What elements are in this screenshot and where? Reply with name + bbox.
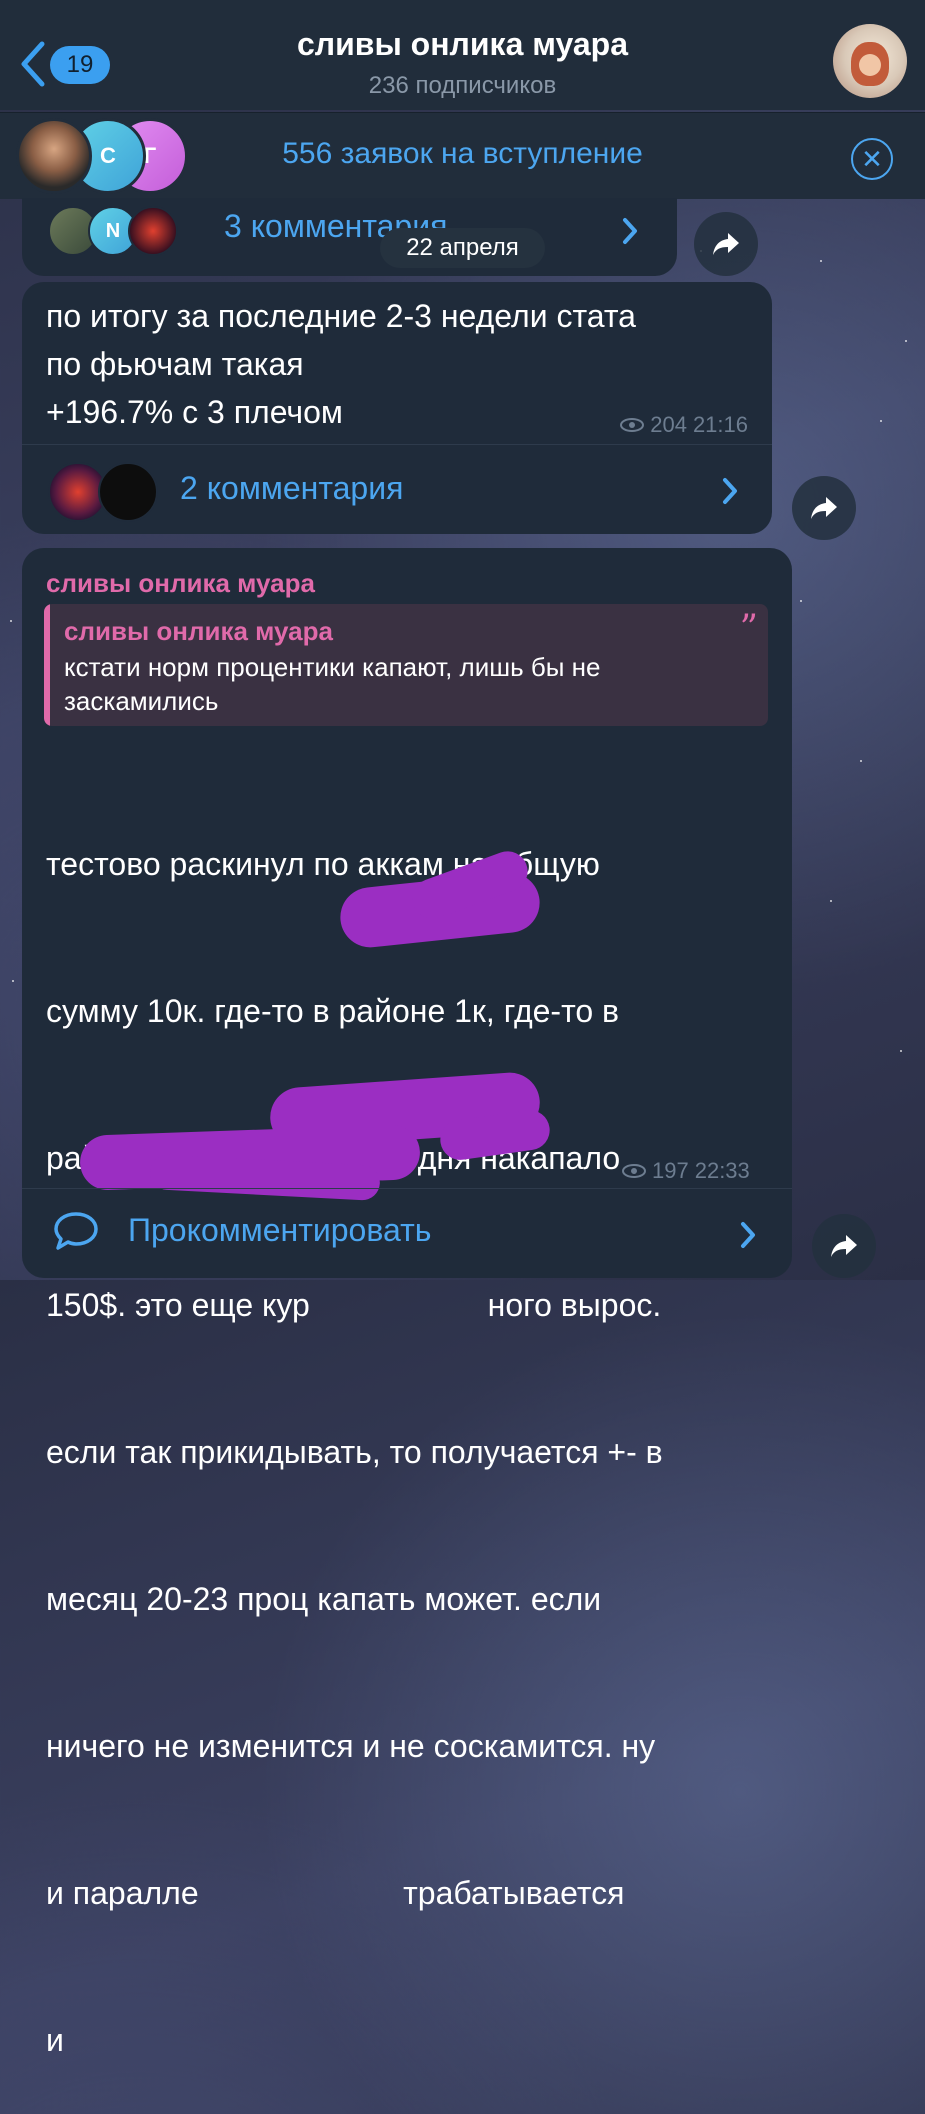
share-icon — [831, 1235, 857, 1257]
subscriber-count: 236 подписчиков — [368, 72, 557, 99]
share-icon — [811, 497, 837, 519]
message-bubble: по итогу за последние 2-3 недели стата п… — [22, 282, 772, 534]
message-author[interactable]: сливы онлика муара — [46, 568, 315, 599]
eye-icon — [620, 418, 645, 432]
channel-avatar[interactable] — [833, 24, 907, 98]
quote-icon: ” — [739, 608, 758, 649]
quote-author: сливы онлика муара — [64, 616, 333, 646]
message-time: 22:33 — [694, 1158, 750, 1183]
message-bubble: N 3 комментария — [22, 198, 677, 276]
share-icon — [713, 233, 739, 255]
eye-icon — [622, 1164, 646, 1178]
commenter-avatar — [128, 206, 178, 256]
quoted-message[interactable]: сливы онлика муара ” кстати норм процент… — [44, 604, 768, 726]
view-count: 197 — [652, 1158, 689, 1183]
view-count: 204 — [650, 412, 687, 437]
channel-title[interactable]: сливы онлика муара — [0, 26, 925, 63]
share-button[interactable] — [792, 476, 856, 540]
share-button[interactable] — [812, 1214, 876, 1278]
share-button[interactable] — [694, 212, 758, 276]
close-icon[interactable]: ✕ — [851, 138, 893, 180]
message-time: 21:16 — [692, 412, 748, 437]
comment-action-label[interactable]: Прокомментировать — [128, 1212, 431, 1249]
chat-header: 19 сливы онлика муара 236 подписчиков — [0, 0, 925, 110]
quote-text: кстати норм процентики капают, лишь бы н… — [64, 652, 601, 716]
message-meta: 204 21:16 — [620, 412, 748, 438]
requester-avatar — [16, 118, 92, 194]
commenter-avatar — [98, 462, 158, 522]
chevron-right-icon[interactable] — [738, 1220, 758, 1250]
comment-action-row[interactable]: Прокомментировать — [22, 1190, 792, 1276]
comment-icon — [54, 1212, 98, 1250]
comments-link[interactable]: 2 комментария — [180, 470, 403, 507]
message-meta: 197 22:33 — [622, 1158, 750, 1184]
chevron-right-icon[interactable] — [720, 476, 740, 506]
chevron-right-icon[interactable] — [620, 216, 640, 246]
date-separator: 22 апреля — [380, 228, 545, 268]
message-text: тестово раскинул по аккам на общую сумму… — [46, 846, 663, 2058]
